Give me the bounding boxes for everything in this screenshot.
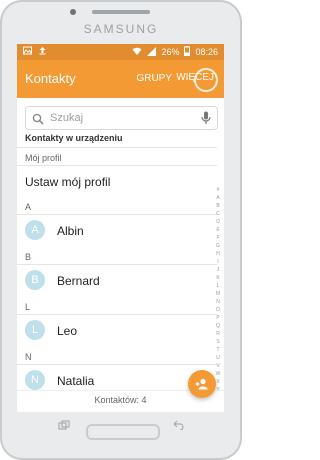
battery-percent: 26% [161,47,180,57]
earpiece-speaker [92,10,150,14]
index-letter[interactable]: P [213,314,223,322]
contact-name[interactable]: Bernard [57,274,100,288]
section-letter: N [25,352,32,362]
device-brand: SAMSUNG [83,22,159,36]
search-field[interactable]: Szukaj [25,106,218,130]
home-button[interactable] [86,424,160,440]
status-left [23,46,47,57]
contact-name[interactable]: Natalia [57,374,94,388]
add-contact-button[interactable] [188,370,216,398]
groups-button[interactable]: GRUPY [136,73,172,84]
index-letter[interactable]: K [213,274,223,282]
index-letter[interactable]: F [213,234,223,242]
index-letter[interactable]: T [213,346,223,354]
signal-icon [147,46,157,58]
avatar: N [25,370,45,390]
wifi-icon [132,47,142,58]
page-title: Kontakty [25,71,76,86]
status-right: 26% 08:26 [132,46,218,58]
index-letter[interactable]: B [213,202,223,210]
index-letter[interactable]: O [213,306,223,314]
index-letter[interactable]: N [213,298,223,306]
divider [17,165,217,166]
contact-count: Kontaktów: 4 [94,395,147,405]
contacts-header: Kontakty w urządzeniu [25,133,123,143]
avatar: A [25,220,45,240]
index-letter[interactable]: I [213,258,223,266]
front-camera [70,9,76,15]
index-letter[interactable]: J [213,266,223,274]
index-letter[interactable]: D [213,218,223,226]
avatar: L [25,320,45,340]
profile-header: Mój profil [25,153,62,163]
divider [17,264,217,265]
status-bar: 26% 08:26 [17,44,224,60]
divider [17,147,217,148]
phone-frame: SAMSUNG 26% 08:26 Kontakty GRUPY WIĘCEJ … [0,0,242,460]
contact-name[interactable]: Leo [57,324,77,338]
index-letter[interactable]: E [213,226,223,234]
section-letter: L [25,302,31,312]
section-letter: B [25,252,32,262]
section-letter: A [25,202,32,212]
index-letter[interactable]: # [213,186,223,194]
index-letter[interactable]: A [213,194,223,202]
battery-icon [184,46,191,58]
recent-apps-key[interactable] [58,420,70,433]
search-icon [32,112,44,130]
index-letter[interactable]: U [213,354,223,362]
mic-icon[interactable] [201,111,211,130]
divider [17,364,217,365]
upload-icon [38,46,47,57]
index-letter[interactable]: C [213,210,223,218]
avatar: B [25,270,45,290]
image-icon [23,46,32,57]
app-bar: Kontakty GRUPY WIĘCEJ [17,60,224,98]
alphabet-index[interactable]: #ABCDEFGHIJKLMNOPQRSTUVWXYZ [213,186,223,401]
touch-indicator [194,68,218,92]
index-letter[interactable]: G [213,242,223,250]
index-letter[interactable]: M [213,290,223,298]
set-profile-item[interactable]: Ustaw mój profil [25,175,110,189]
index-letter[interactable]: V [213,362,223,370]
search-placeholder: Szukaj [50,112,84,124]
index-letter[interactable]: H [213,250,223,258]
index-letter[interactable]: S [213,338,223,346]
index-letter[interactable]: R [213,330,223,338]
index-letter[interactable]: L [213,282,223,290]
screen: 26% 08:26 Kontakty GRUPY WIĘCEJ Szukaj K [17,44,224,412]
divider [17,314,217,315]
contact-name[interactable]: Albin [57,224,84,238]
index-letter[interactable]: Q [213,322,223,330]
divider [17,214,217,215]
add-contact-icon [195,377,209,396]
back-key[interactable] [172,420,184,433]
clock: 08:26 [195,47,218,57]
